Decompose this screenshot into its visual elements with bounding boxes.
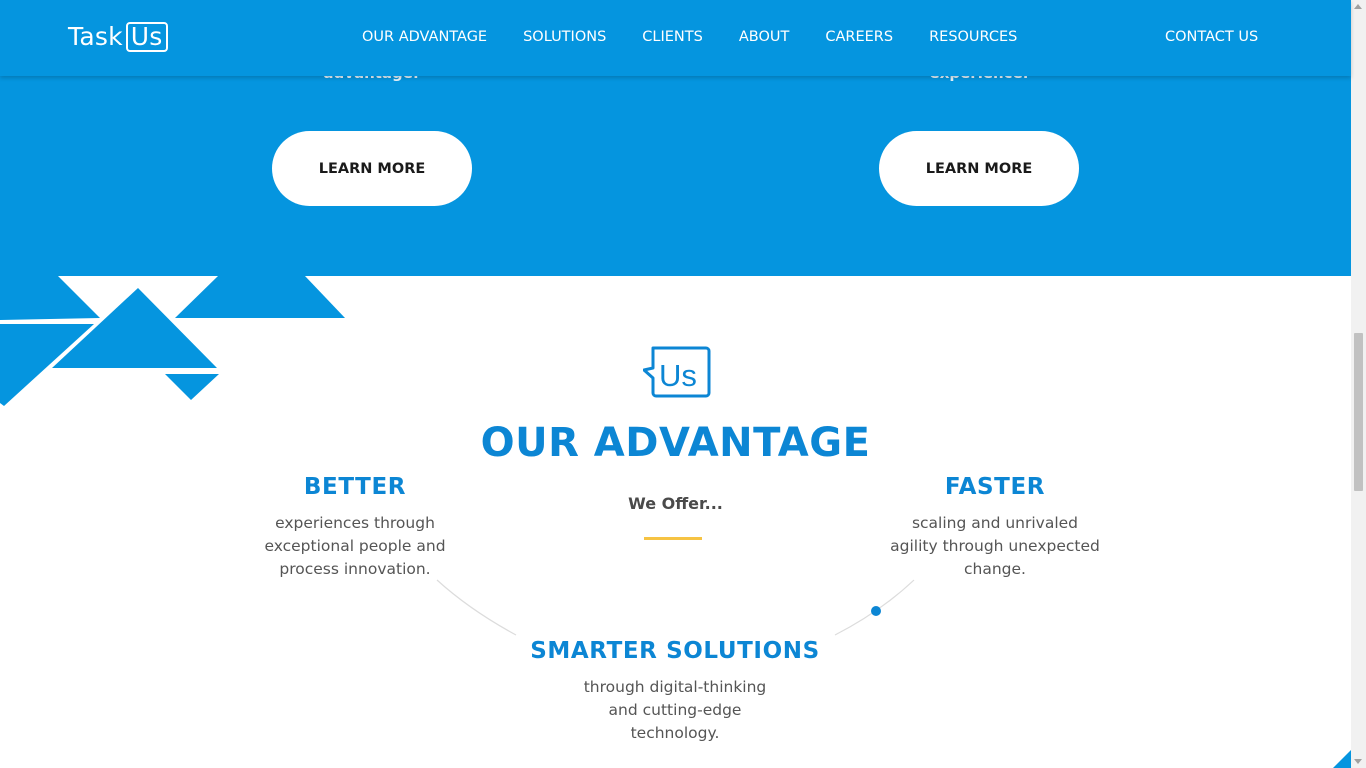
scroll-up-icon[interactable] xyxy=(1354,4,1362,9)
faster-desc-line: change. xyxy=(964,560,1026,578)
nav-resources[interactable]: RESOURCES xyxy=(929,29,1017,45)
nav-our-advantage[interactable]: OUR ADVANTAGE xyxy=(362,29,487,45)
faster-desc-line: scaling and unrivaled xyxy=(911,514,1079,532)
scroll-down-icon[interactable] xyxy=(1354,759,1362,764)
nav-careers[interactable]: CAREERS xyxy=(825,29,893,45)
nav-contact-us[interactable]: CONTACT US xyxy=(1165,29,1258,45)
nav-clients[interactable]: CLIENTS xyxy=(642,29,703,45)
smarter-desc-line: technology. xyxy=(630,724,720,742)
better-title: BETTER xyxy=(303,474,407,500)
corner-triangle xyxy=(1333,750,1351,768)
better-desc-line: experiences through xyxy=(275,514,435,532)
logo-task-text: Task xyxy=(68,22,123,51)
faster-title: FASTER xyxy=(944,474,1046,500)
logo-us-text: Us xyxy=(125,22,168,52)
nav-about[interactable]: ABOUT xyxy=(739,29,790,45)
nav-solutions[interactable]: SOLUTIONS xyxy=(523,29,606,45)
vertical-scrollbar[interactable] xyxy=(1351,0,1366,768)
better-desc-line: process innovation. xyxy=(279,560,431,578)
faster-desc-line: agility through unexpected xyxy=(890,537,1100,555)
smarter-title: SMARTER SOLUTIONS xyxy=(530,638,820,664)
curve-dot xyxy=(871,606,881,616)
faster-desc: scaling and unrivaled agility through un… xyxy=(865,512,1125,581)
smarter-desc-line: and cutting-edge xyxy=(608,701,742,719)
scroll-thumb[interactable] xyxy=(1354,333,1363,491)
better-desc: experiences through exceptional people a… xyxy=(235,512,475,581)
smarter-desc-line: through digital-thinking xyxy=(583,678,767,696)
page: advantage. experience. LEARN MORE LEARN … xyxy=(0,0,1366,768)
better-desc-line: exceptional people and xyxy=(264,537,446,555)
smarter-desc: through digital-thinking and cutting-edg… xyxy=(555,676,795,745)
main-nav: OUR ADVANTAGE SOLUTIONS CLIENTS ABOUT CA… xyxy=(362,29,1053,45)
site-header: Task Us OUR ADVANTAGE SOLUTIONS CLIENTS … xyxy=(0,0,1351,76)
taskus-logo[interactable]: Task Us xyxy=(68,21,168,53)
